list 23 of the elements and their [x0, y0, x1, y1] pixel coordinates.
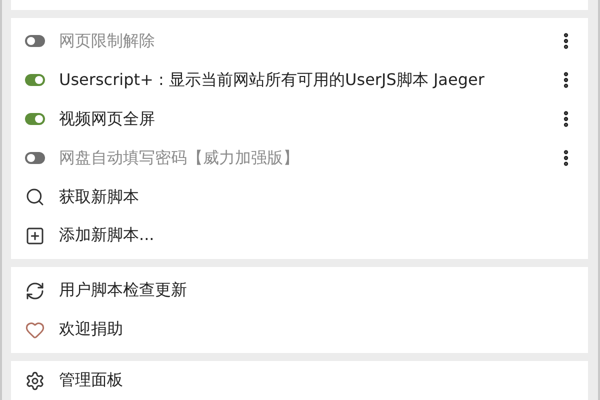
- menu-item[interactable]: 用户脚本检查更新: [11, 271, 588, 310]
- menu-item-label: 用户脚本检查更新: [59, 280, 188, 302]
- menu-item[interactable]: 欢迎捐助: [11, 310, 588, 350]
- toggle-switch[interactable]: [25, 35, 45, 48]
- menu-item[interactable]: 添加新脚本...: [11, 216, 588, 256]
- plus-square-icon: [25, 226, 45, 246]
- heart-icon: [25, 320, 45, 340]
- script-name: 视频网页全屏: [59, 108, 156, 130]
- menu-item[interactable]: 获取新脚本: [11, 178, 588, 216]
- search-icon: [25, 187, 45, 207]
- toggle-switch[interactable]: [25, 74, 45, 86]
- menu-item[interactable]: 管理面板: [11, 361, 588, 400]
- script-name: 网盘自动填写密码【威力加强版】: [59, 148, 300, 169]
- menu-item-label: 欢迎捐助: [59, 319, 124, 340]
- menu-item-label: 管理面板: [59, 370, 124, 392]
- menu-item-label: 获取新脚本: [59, 186, 140, 208]
- script-name: 网页限制解除: [59, 30, 156, 52]
- refresh-icon: [25, 280, 45, 301]
- menu-item-label: 添加新脚本...: [59, 225, 156, 246]
- script-name: Userscript+ : 显示当前网站所有可用的UserJS脚本 Jaeger: [59, 70, 486, 91]
- settings-icon: [25, 370, 45, 391]
- toggle-switch[interactable]: [25, 152, 45, 164]
- toggle-switch[interactable]: [25, 113, 45, 126]
